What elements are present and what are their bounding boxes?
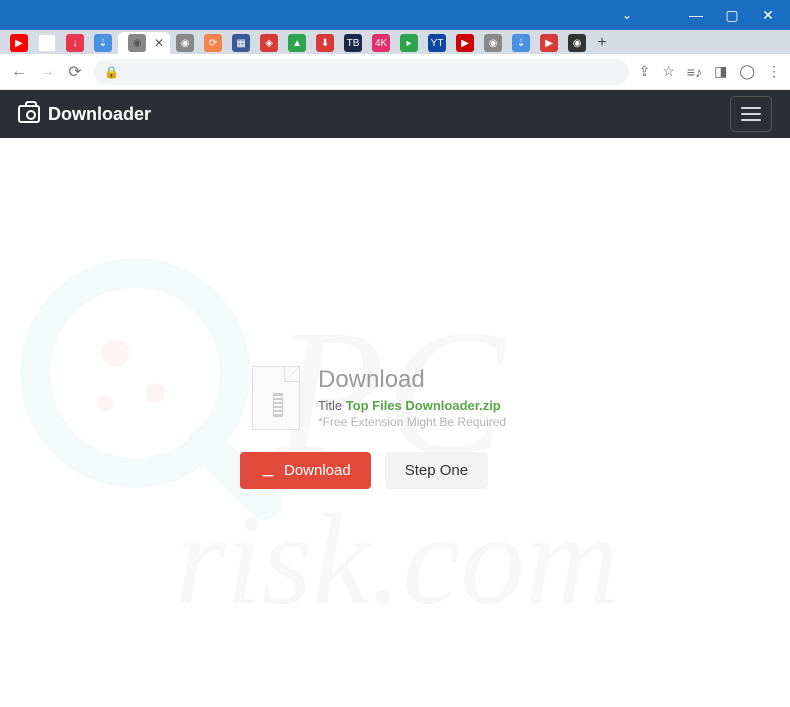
playlist-icon[interactable]: ≡♪ <box>687 64 702 80</box>
download-icon <box>260 463 276 479</box>
tab-favicon[interactable]: ⇣ <box>94 34 112 52</box>
camera-icon <box>18 105 40 123</box>
brand-text: Downloader <box>48 104 151 125</box>
svg-text:risk.com: risk.com <box>175 488 619 623</box>
browser-toolbar: ← → ⟳ 🔒 ⇪ ☆ ≡♪ ◨ ◯ ⋮ <box>0 54 790 90</box>
share-icon[interactable]: ⇪ <box>639 63 651 80</box>
window-titlebar: ⌄ — ▢ ✕ <box>0 0 790 30</box>
forward-button[interactable]: → <box>38 63 56 81</box>
tab-favicon[interactable]: ◈ <box>260 34 278 52</box>
close-tab-icon[interactable]: ✕ <box>154 36 164 50</box>
page-content: PC risk.com Download Title Top Files Dow… <box>0 138 790 707</box>
favicon: ◉ <box>128 34 146 52</box>
page-header: Downloader <box>0 90 790 138</box>
tab-favicon[interactable]: ◉ <box>568 34 586 52</box>
toolbar-right: ⇪ ☆ ≡♪ ◨ ◯ ⋮ <box>639 63 780 80</box>
tab-favicon[interactable]: ⟳ <box>204 34 222 52</box>
reload-button[interactable]: ⟳ <box>66 62 84 82</box>
address-bar[interactable]: 🔒 <box>94 59 629 85</box>
tab-favicon[interactable]: 4K <box>372 34 390 52</box>
tab-favicon[interactable]: ◉ <box>484 34 502 52</box>
tab-favicon[interactable]: TB <box>344 34 362 52</box>
tab-favicon[interactable]: ⇣ <box>512 34 530 52</box>
chevron-down-icon[interactable]: ⌄ <box>622 8 632 22</box>
tab-active[interactable]: ◉✕ <box>118 32 170 54</box>
brand[interactable]: Downloader <box>18 104 151 125</box>
download-button[interactable]: Download <box>240 452 371 489</box>
tab-favicon[interactable]: ⬇ <box>316 34 334 52</box>
tab-favicon[interactable]: ▶ <box>10 34 28 52</box>
back-button[interactable]: ← <box>10 63 28 81</box>
minimize-button[interactable]: — <box>678 3 714 27</box>
bookmark-icon[interactable]: ☆ <box>662 63 675 80</box>
tab-favicon[interactable]: G <box>38 34 56 52</box>
filename: Top Files Downloader.zip <box>346 398 501 413</box>
menu-button[interactable]: ⋮ <box>767 63 780 80</box>
tab-favicon[interactable]: ▶ <box>540 34 558 52</box>
new-tab-button[interactable]: + <box>592 34 612 52</box>
download-card: Download Title Top Files Downloader.zip … <box>240 366 550 489</box>
tab-favicon[interactable]: ▸ <box>400 34 418 52</box>
download-heading: Download <box>318 366 506 394</box>
file-title-line: Title Top Files Downloader.zip <box>318 398 506 413</box>
browser-tab-strip: ▶G↓⇣◉✕◉⟳▦◈▲⬇TB4K▸YT▶◉⇣▶◉+ <box>0 30 790 54</box>
close-window-button[interactable]: ✕ <box>750 3 786 27</box>
tab-favicon[interactable]: YT <box>428 34 446 52</box>
step-one-button[interactable]: Step One <box>385 452 488 489</box>
tab-favicon[interactable]: ▦ <box>232 34 250 52</box>
maximize-button[interactable]: ▢ <box>714 3 750 27</box>
lock-icon: 🔒 <box>104 65 119 79</box>
profile-icon[interactable]: ◯ <box>739 63 755 80</box>
extension-note: *Free Extension Might Be Required <box>318 415 506 429</box>
sidepanel-icon[interactable]: ◨ <box>714 63 727 80</box>
tab-favicon[interactable]: ↓ <box>66 34 84 52</box>
tab-favicon[interactable]: ◉ <box>176 34 194 52</box>
tab-favicon[interactable]: ▶ <box>456 34 474 52</box>
hamburger-menu-button[interactable] <box>730 96 772 132</box>
zip-file-icon <box>252 366 300 430</box>
tab-favicon[interactable]: ▲ <box>288 34 306 52</box>
